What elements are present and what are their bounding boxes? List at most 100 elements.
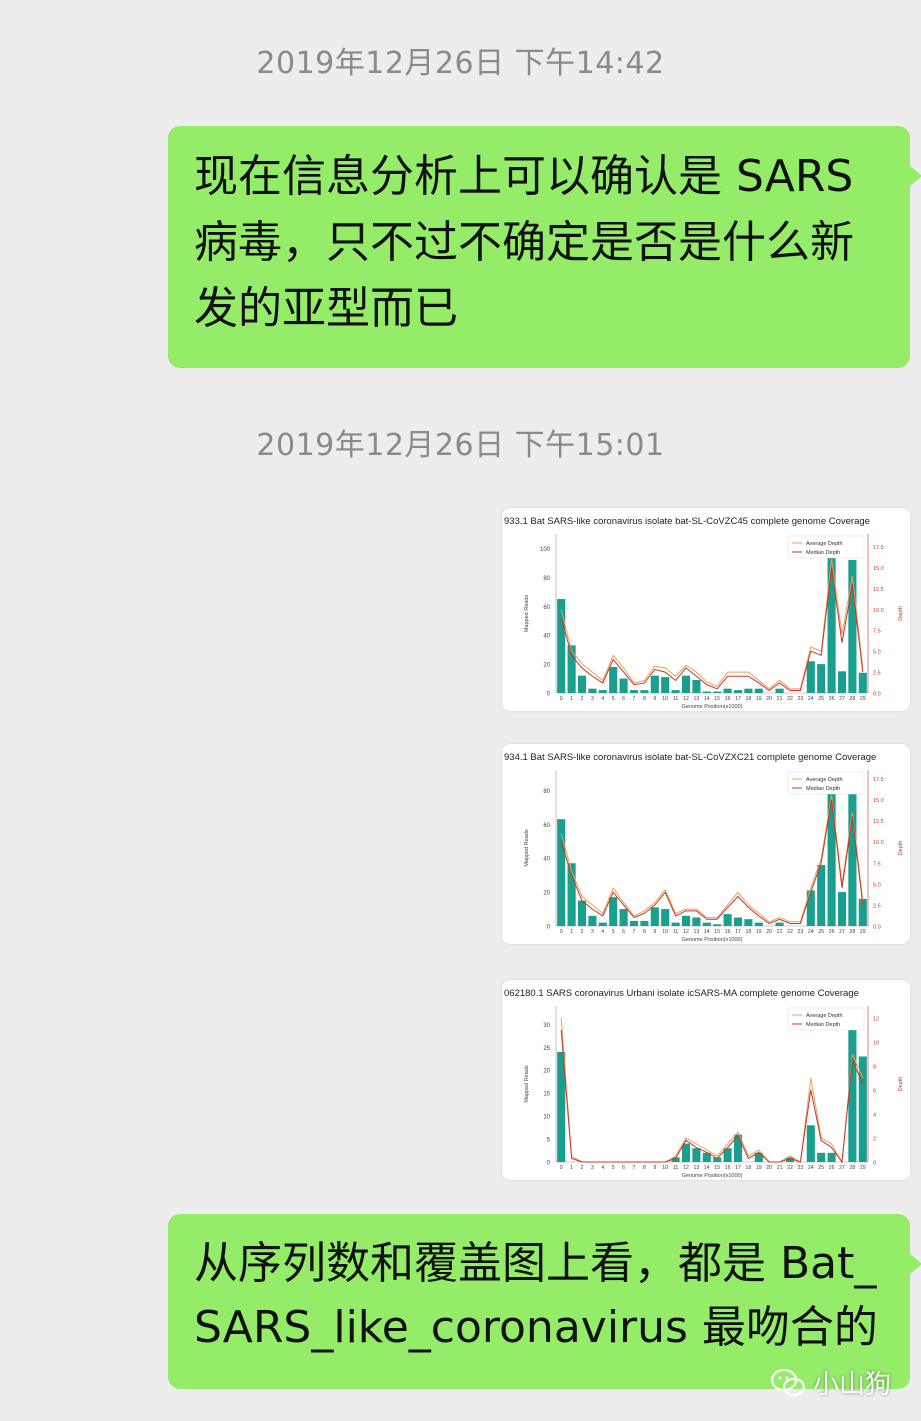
bar-24	[806, 1125, 815, 1162]
y2-tick-label: 4	[873, 1113, 876, 1119]
message-bubble-1[interactable]: 现在信息分析上可以确认是 SARS 病毒，只不过不确定是否是什么新 发的亚型而已	[168, 126, 921, 368]
x-tick-label: 17	[735, 696, 741, 702]
x-tick-label: 28	[850, 696, 856, 702]
x-tick-label: 13	[694, 929, 700, 935]
y-tick-label: 60	[543, 823, 550, 829]
bar-17	[733, 690, 743, 693]
image-message-3[interactable]: 062180.1 SARS coronavirus Urbani isolate…	[502, 980, 910, 1180]
y-tick-label: 0	[547, 1161, 551, 1167]
bar-6	[619, 678, 628, 693]
y2-tick-label: 7.5	[873, 629, 881, 635]
watermark: 小山狗	[770, 1364, 891, 1401]
x-tick-label: 12	[683, 1165, 689, 1171]
y2-tick-label: 0.0	[873, 692, 881, 698]
x-tick-label: 18	[746, 1165, 752, 1171]
y2-tick-label: 12.5	[873, 819, 884, 825]
x-tick-label: 7	[633, 929, 636, 935]
x-tick-label: 24	[808, 1165, 814, 1171]
bar-19	[754, 922, 763, 926]
x-tick-label: 8	[643, 1165, 646, 1171]
x-tick-label: 6	[622, 1165, 625, 1171]
image-message-1[interactable]: 933.1 Bat SARS-like coronavirus isolate …	[502, 508, 910, 711]
y2-tick-label: 17.5	[873, 777, 884, 783]
y2-tick-label: 8	[873, 1065, 876, 1071]
x-tick-label: 29	[860, 929, 866, 935]
bar-4	[598, 922, 607, 926]
bar-17	[733, 917, 743, 926]
y2-tick-label: 10.0	[873, 608, 884, 614]
x-tick-label: 16	[725, 1165, 731, 1171]
message-bubble-2[interactable]: 从序列数和覆盖图上看，都是 Bat_ SARS_like_coronavirus…	[168, 1214, 921, 1389]
x-tick-label: 16	[725, 929, 731, 935]
x-tick-label: 11	[673, 929, 678, 935]
x-tick-label: 15	[714, 1165, 720, 1171]
bar-18	[744, 688, 753, 693]
bar-10	[661, 909, 670, 926]
chart-title: 934.1 Bat SARS-like coronavirus isolate …	[504, 752, 876, 763]
bar-29	[858, 672, 867, 693]
bar-18	[744, 919, 753, 926]
x-tick-label: 10	[662, 929, 668, 935]
x-tick-label: 8	[643, 696, 646, 702]
bar-11	[671, 690, 680, 693]
y-tick-label: 15	[543, 1092, 550, 1098]
x-tick-label: 15	[714, 696, 720, 702]
y-tick-label: 5	[547, 1138, 551, 1144]
bar-12	[681, 1143, 691, 1162]
x-tick-label: 5	[612, 696, 615, 702]
y-tick-label: 0	[547, 925, 551, 931]
x-tick-label: 7	[633, 696, 636, 702]
y2-axis-label: Depth	[898, 606, 904, 621]
coverage-chart-3: 062180.1 SARS coronavirus Urbani isolate…	[504, 988, 904, 1179]
y-tick-label: 30	[543, 1023, 550, 1029]
y-tick-label: 40	[543, 634, 550, 640]
bar-15	[713, 924, 722, 926]
x-tick-label: 9	[653, 696, 656, 702]
y2-tick-label: 10	[873, 1041, 879, 1047]
chart-title: 062180.1 SARS coronavirus Urbani isolate…	[504, 988, 859, 999]
bar-2	[577, 675, 587, 693]
bar-0	[557, 819, 566, 926]
bar-13	[692, 679, 701, 693]
wechat-logo-icon	[770, 1368, 805, 1396]
y2-tick-label: 5.0	[873, 650, 881, 656]
x-tick-label: 9	[653, 1165, 656, 1171]
x-tick-label: 6	[622, 696, 625, 702]
x-tick-label: 27	[839, 696, 845, 702]
y-tick-label: 10	[543, 1115, 550, 1121]
y2-tick-label: 7.5	[873, 861, 881, 867]
coverage-chart-1: 933.1 Bat SARS-like coronavirus isolate …	[504, 516, 904, 710]
bar-9	[650, 675, 659, 693]
x-tick-label: 3	[591, 696, 594, 702]
x-tick-label: 10	[662, 696, 668, 702]
bar-27	[837, 892, 847, 926]
x-tick-label: 3	[591, 1165, 594, 1171]
bar-5	[609, 666, 618, 693]
y-tick-label: 20	[543, 1069, 550, 1075]
y2-tick-label: 2	[873, 1137, 876, 1143]
y2-tick-label: 5.0	[873, 882, 881, 888]
x-tick-label: 13	[694, 1165, 700, 1171]
bar-6	[619, 909, 628, 926]
y2-tick-label: 12.5	[873, 587, 884, 593]
x-tick-label: 1	[570, 696, 573, 702]
x-tick-label: 2	[581, 929, 584, 935]
y2-tick-label: 2.5	[873, 671, 881, 677]
x-tick-label: 23	[798, 1165, 804, 1171]
x-tick-label: 4	[601, 1165, 604, 1171]
x-axis-label: Genome Position(x1000)	[682, 937, 743, 943]
y-tick-label: 80	[543, 789, 550, 795]
bar-21	[775, 688, 784, 693]
y2-tick-label: 2.5	[873, 903, 881, 909]
median-depth-line	[560, 1029, 864, 1164]
x-tick-label: 26	[829, 929, 835, 935]
x-tick-label: 1	[570, 929, 573, 935]
bar-24	[806, 661, 815, 693]
image-message-2[interactable]: 934.1 Bat SARS-like coronavirus isolate …	[502, 744, 910, 944]
message-2-line-1: 从序列数和覆盖图上看，都是 Bat_	[194, 1238, 877, 1289]
x-tick-label: 10	[662, 1165, 668, 1171]
message-1-line-1: 现在信息分析上可以确认是 SARS	[194, 151, 854, 202]
x-tick-label: 12	[683, 929, 689, 935]
x-tick-label: 22	[787, 696, 793, 702]
x-axis-label: Genome Position(x1000)	[682, 1173, 743, 1179]
